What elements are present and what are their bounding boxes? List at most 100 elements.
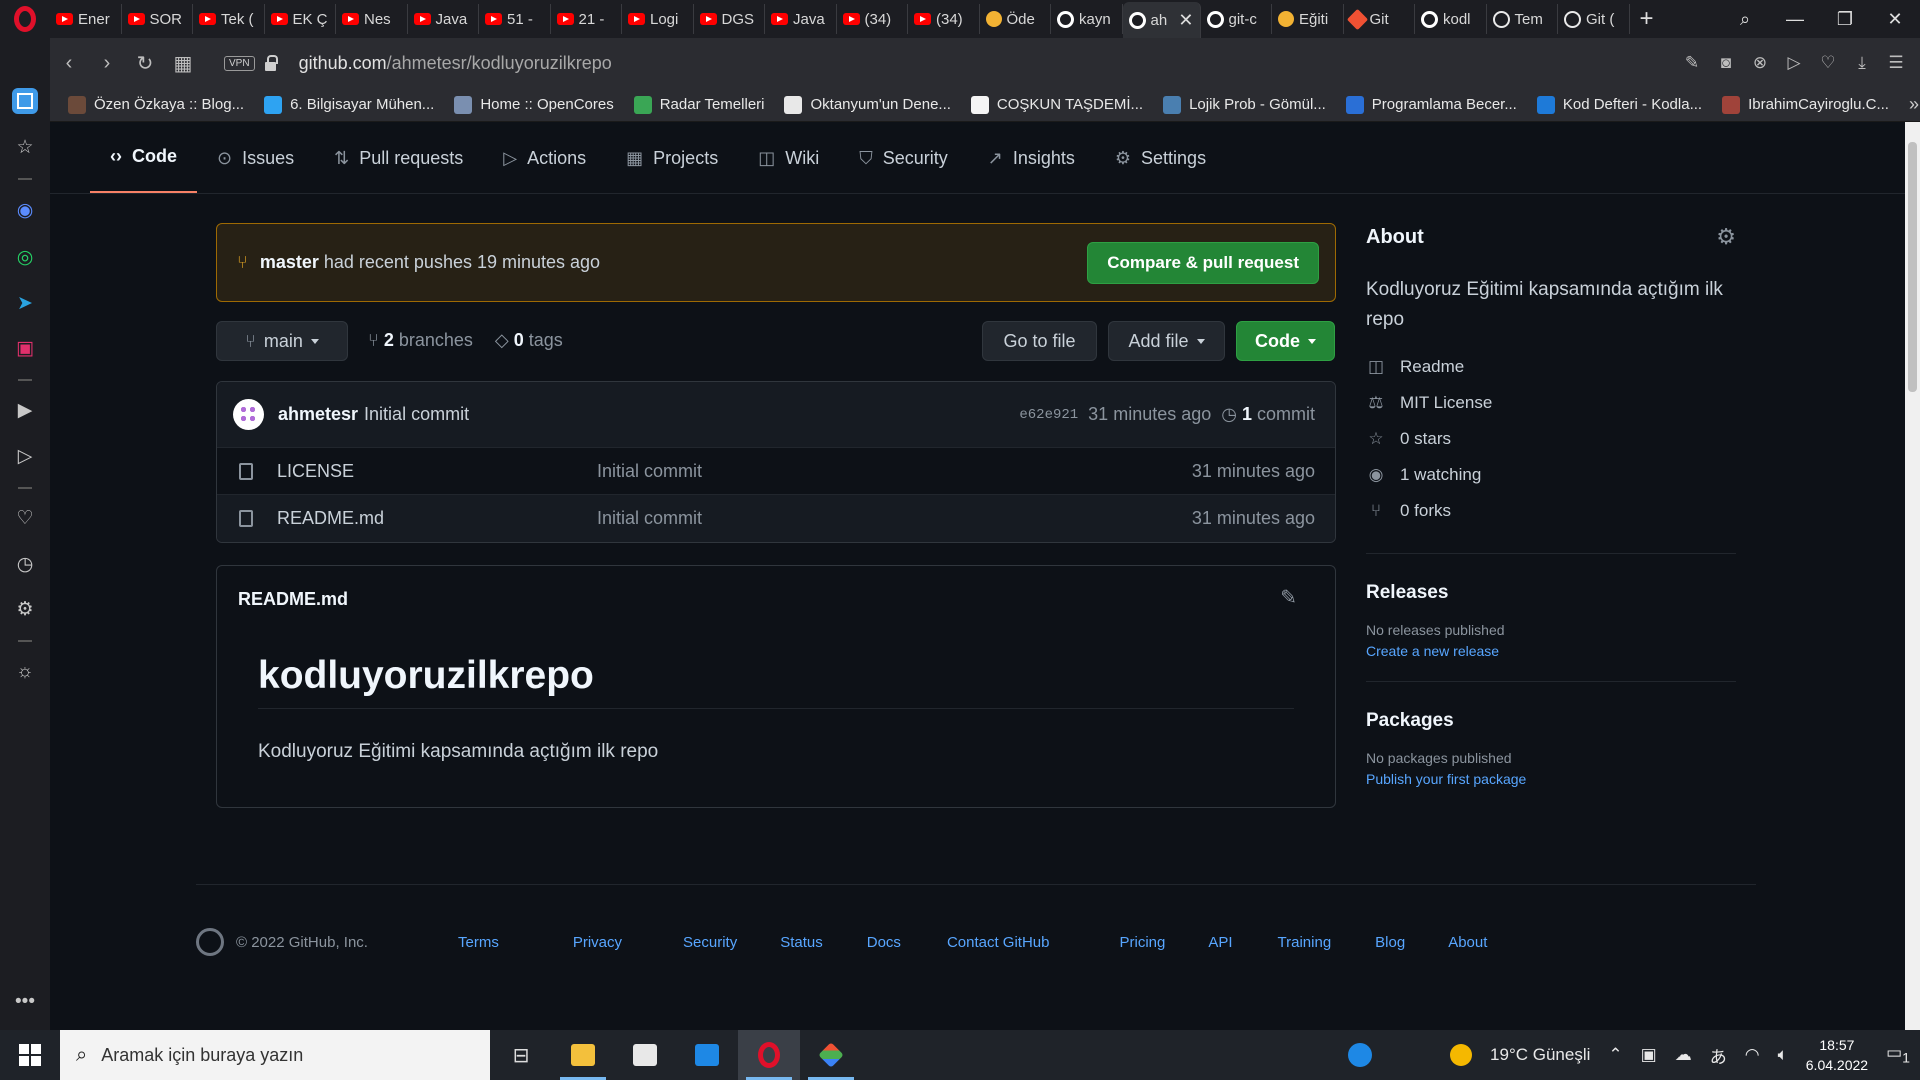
tab-projects[interactable]: ▦ Projects <box>606 122 738 194</box>
git-gui-button[interactable] <box>800 1030 862 1080</box>
opera-logo-icon[interactable] <box>0 0 50 38</box>
file-name[interactable]: README.md <box>277 508 597 529</box>
footer-link[interactable]: Status <box>780 934 823 951</box>
file-name[interactable]: LICENSE <box>277 461 597 482</box>
close-tab-icon[interactable]: ✕ <box>1178 10 1193 31</box>
tab-settings[interactable]: ⚙ Settings <box>1095 122 1226 194</box>
browser-tab[interactable]: kodl <box>1415 4 1487 34</box>
edit-icon[interactable]: ✎ <box>1680 53 1704 73</box>
help-icon[interactable] <box>1348 1043 1373 1067</box>
history-icon[interactable]: ◷ <box>12 551 38 577</box>
bookmark-item[interactable]: Lojik Prob - Gömül... <box>1163 95 1326 114</box>
browser-tab[interactable]: ah ✕ <box>1122 2 1201 38</box>
about-item[interactable]: ⚖ MIT License <box>1366 385 1736 421</box>
flow-icon[interactable]: ▷ <box>12 443 38 469</box>
tab-security[interactable]: ⛉ Security <box>839 122 968 194</box>
clock[interactable]: 18:57 6.04.2022 <box>1806 1035 1868 1075</box>
footer-link[interactable]: Training <box>1278 934 1332 951</box>
browser-tab[interactable]: Git <box>1344 4 1415 34</box>
pencil-icon[interactable]: ✎ <box>1280 585 1297 610</box>
url-field[interactable]: github.com/ahmetesr/kodluyoruzilkrepo <box>299 53 612 74</box>
browser-tab[interactable]: git-c <box>1201 4 1272 34</box>
telegram-icon[interactable]: ➤ <box>12 290 38 316</box>
bookmark-item[interactable]: Özen Özkaya :: Blog... <box>68 95 244 114</box>
pinboard-heart-icon[interactable]: ♡ <box>12 505 38 531</box>
tab-code[interactable]: ‹› Code <box>90 122 197 194</box>
tab-wiki[interactable]: ◫ Wiki <box>738 122 839 194</box>
minimize-button[interactable]: — <box>1770 9 1820 30</box>
more-options-icon[interactable]: ••• <box>12 989 38 1015</box>
footer-link[interactable]: Privacy <box>573 934 622 951</box>
file-row[interactable]: README.md Initial commit 31 minutes ago <box>217 495 1335 542</box>
file-commit-message[interactable]: Initial commit <box>597 508 702 529</box>
player-icon[interactable]: ▶ <box>12 397 38 423</box>
forward-button[interactable]: › <box>88 52 126 75</box>
heart-icon[interactable]: ♡ <box>1816 53 1840 73</box>
search-tabs-icon[interactable]: ⌕ <box>1720 9 1770 30</box>
file-commit-message[interactable]: Initial commit <box>597 461 702 482</box>
avatar[interactable] <box>233 399 264 430</box>
commit-author[interactable]: ahmetesr <box>278 404 358 425</box>
browser-tab[interactable]: Java <box>408 4 479 34</box>
bookmark-item[interactable]: Oktanyum'un Dene... <box>784 95 951 114</box>
commit-hash[interactable]: e62e921 <box>1019 407 1078 423</box>
meet-icon[interactable]: ▣ <box>1641 1045 1657 1065</box>
task-view-button[interactable]: ⊟ <box>490 1030 552 1080</box>
browser-tab[interactable]: Eğiti <box>1272 4 1344 34</box>
download-icon[interactable]: ⤓ <box>1850 53 1874 73</box>
volume-icon[interactable]: 🔈︎ <box>1778 1045 1788 1065</box>
tags-link[interactable]: ◇ 0 tags <box>495 330 563 351</box>
file-row[interactable]: LICENSE Initial commit 31 minutes ago <box>217 448 1335 495</box>
start-button[interactable] <box>0 1030 60 1080</box>
language-icon[interactable]: あ <box>1710 1043 1727 1068</box>
browser-tab[interactable]: Git ( <box>1558 4 1630 34</box>
instagram-icon[interactable]: ▣ <box>12 335 38 361</box>
sun-icon[interactable] <box>1450 1044 1473 1066</box>
browser-tab[interactable]: Nes <box>336 4 408 34</box>
scrollbar-thumb[interactable] <box>1908 142 1917 392</box>
commit-count-link[interactable]: ◷ 1 commit <box>1221 404 1315 425</box>
tab-actions[interactable]: ▷ Actions <box>483 122 606 194</box>
speed-dial-icon[interactable] <box>12 88 38 114</box>
browser-tab[interactable]: (34) <box>908 4 980 34</box>
page-scrollbar[interactable] <box>1905 122 1920 1030</box>
more-bookmarks-icon[interactable]: » <box>1909 94 1919 115</box>
footer-link[interactable]: Security <box>683 934 737 951</box>
browser-tab[interactable]: Ener <box>50 4 122 34</box>
readme-filename[interactable]: README.md <box>238 589 348 610</box>
weather-text[interactable]: 19°C Güneşli <box>1490 1045 1590 1065</box>
footer-link[interactable]: API <box>1208 934 1232 951</box>
branches-link[interactable]: ⑂ 2 branches <box>368 330 473 351</box>
browser-tab[interactable]: kayn <box>1051 4 1123 34</box>
lightbulb-icon[interactable]: ☼ <box>12 659 38 685</box>
gear-icon[interactable]: ⚙ <box>1716 224 1736 250</box>
reload-button[interactable]: ↻ <box>126 51 164 76</box>
footer-link[interactable]: Contact GitHub <box>947 934 1050 951</box>
browser-tab[interactable]: Öde <box>980 4 1051 34</box>
wifi-icon[interactable]: ◠ <box>1745 1045 1760 1065</box>
adblock-icon[interactable]: ⊗ <box>1748 53 1772 73</box>
taskbar-search[interactable]: ⌕ Aramak için buraya yazın <box>60 1030 490 1080</box>
releases-title[interactable]: Releases <box>1366 582 1736 604</box>
tabs-overview-icon[interactable]: ▦ <box>164 51 202 76</box>
chevron-up-icon[interactable]: ⌃ <box>1608 1045 1622 1065</box>
create-release-link[interactable]: Create a new release <box>1366 643 1736 659</box>
vpn-badge[interactable]: VPN <box>224 55 255 71</box>
browser-tab[interactable]: Logi <box>622 4 694 34</box>
new-tab-button[interactable]: + <box>1630 5 1664 33</box>
code-button[interactable]: Code <box>1236 321 1335 361</box>
opera-taskbar-button[interactable] <box>738 1030 800 1080</box>
bookmarks-icon[interactable]: ☆ <box>12 134 38 160</box>
notification-center-icon[interactable]: ▭1 <box>1886 1043 1910 1066</box>
footer-link[interactable]: Blog <box>1375 934 1405 951</box>
about-item[interactable]: ◫ Readme <box>1366 349 1736 385</box>
bookmark-item[interactable]: Kod Defteri - Kodla... <box>1536 95 1702 114</box>
packages-title[interactable]: Packages <box>1366 710 1736 732</box>
footer-link[interactable]: Pricing <box>1119 934 1165 951</box>
about-item[interactable]: ☆ 0 stars <box>1366 421 1736 457</box>
browser-tab[interactable]: 21 - <box>551 4 622 34</box>
tab-pull-requests[interactable]: ⇅ Pull requests <box>314 122 483 194</box>
browser-tab[interactable]: Tem <box>1487 4 1558 34</box>
tab-insights[interactable]: ↗ Insights <box>968 122 1095 194</box>
bookmark-item[interactable]: Home :: OpenCores <box>454 95 614 114</box>
